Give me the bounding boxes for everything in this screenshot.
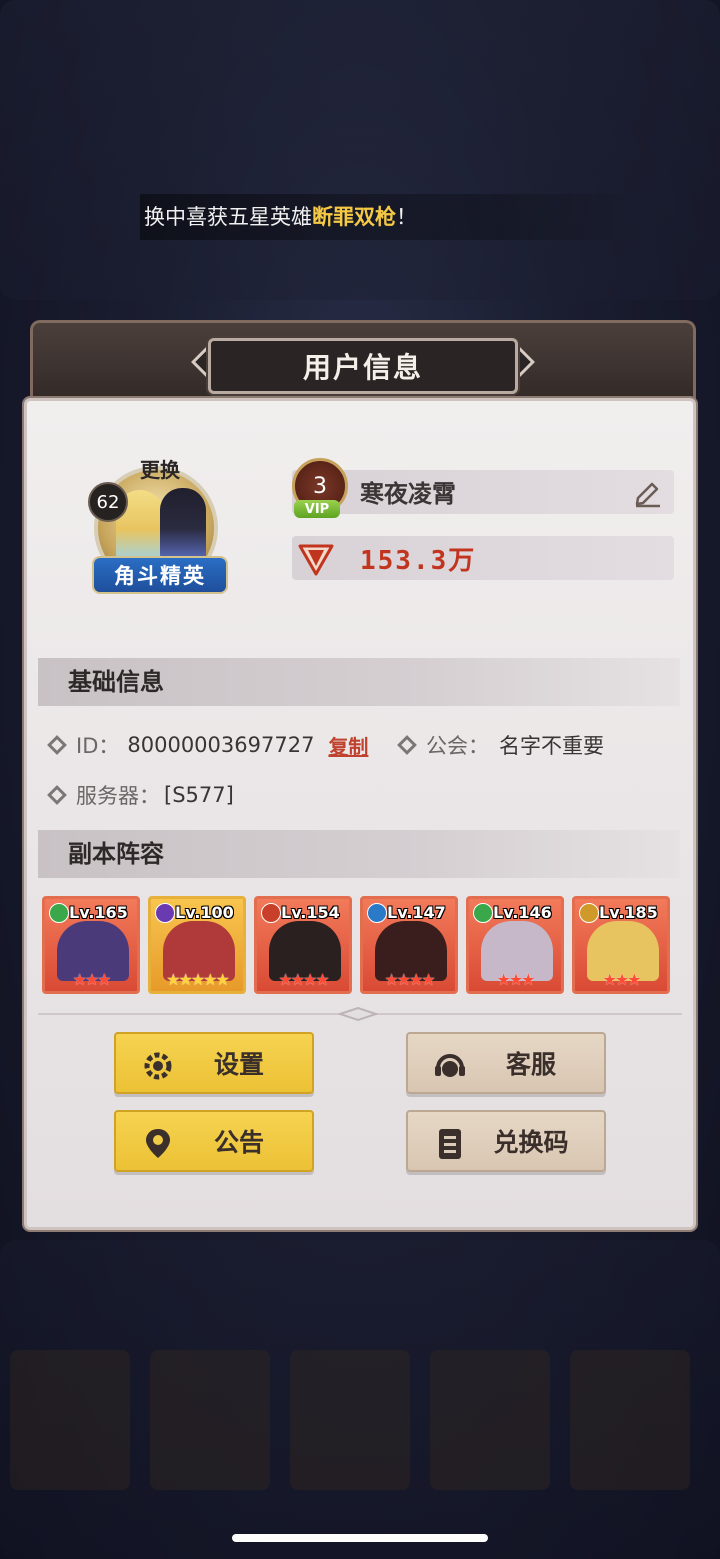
hero-level: Lv.185: [599, 903, 658, 922]
headset-icon: [435, 1054, 465, 1077]
section-dungeon-lineup: 副本阵容: [38, 830, 680, 878]
hero-level: Lv.146: [493, 903, 552, 922]
element-icon: [49, 903, 69, 923]
background-slot: [150, 1350, 270, 1490]
element-icon: [473, 903, 493, 923]
background-slot: [10, 1350, 130, 1490]
redeem-code-label: 兑换码: [493, 1128, 569, 1157]
server-value: [S577]: [164, 783, 234, 807]
guild-label: 公会：: [426, 734, 489, 758]
hero-stars: ★★★: [72, 970, 111, 989]
announcement-label: 公告: [213, 1128, 264, 1157]
document-icon: [439, 1129, 461, 1159]
hero-card[interactable]: Lv.165 ★★★: [42, 896, 140, 994]
hero-level: Lv.100: [175, 903, 234, 922]
hero-stars: ★★★: [496, 970, 535, 989]
redeem-code-button[interactable]: 兑换码: [406, 1110, 606, 1172]
hero-stars: ★★★★★: [166, 970, 230, 989]
guild-row: 公会： 名字不重要: [397, 730, 604, 760]
hero-card[interactable]: Lv.146 ★★★: [466, 896, 564, 994]
id-value: 80000003697727: [127, 733, 315, 757]
customer-service-button[interactable]: 客服: [406, 1032, 606, 1094]
diamond-bullet-icon: [47, 735, 67, 755]
combat-power-value: 153.3万: [360, 546, 477, 576]
id-row: ID： 80000003697727 复制: [47, 730, 368, 760]
element-icon: [579, 903, 599, 923]
name-bar: [292, 470, 674, 514]
hero-level: Lv.165: [69, 903, 128, 922]
background-slot: [430, 1350, 550, 1490]
hero-stars: ★★★★: [384, 970, 435, 989]
panel-title: 用户信息: [208, 338, 518, 394]
element-icon: [155, 903, 175, 923]
hero-stars: ★★★★: [278, 970, 329, 989]
settings-button[interactable]: 设置: [114, 1032, 314, 1094]
avatar-hero-right: [160, 488, 206, 562]
hero-level: Lv.154: [281, 903, 340, 922]
hero-card[interactable]: Lv.185 ★★★: [572, 896, 670, 994]
hero-card[interactable]: Lv.147 ★★★★: [360, 896, 458, 994]
power-bar: [292, 536, 674, 580]
customer-service-label: 客服: [505, 1050, 556, 1079]
id-label: ID：: [76, 734, 120, 758]
marquee-suffix: ！: [396, 205, 417, 229]
background-slot: [570, 1350, 690, 1490]
element-icon: [367, 903, 387, 923]
hero-card[interactable]: Lv.100 ★★★★★: [148, 896, 246, 994]
hero-stars: ★★★: [602, 970, 641, 989]
announcement-button[interactable]: 公告: [114, 1110, 314, 1172]
diamond-bullet-icon: [397, 735, 417, 755]
vip-tag: VIP: [294, 500, 340, 518]
guild-value: 名字不重要: [499, 734, 604, 758]
server-label: 服务器：: [76, 784, 160, 808]
combat-power-icon: [298, 544, 334, 576]
marquee-highlight: 断罪双枪: [312, 205, 396, 229]
background-slot: [290, 1350, 410, 1490]
background-top: [0, 0, 720, 300]
copy-id-button[interactable]: 复制: [328, 731, 368, 760]
rank-title-banner: 角斗精英: [92, 556, 228, 594]
marquee-text: 换中喜获五星英雄: [144, 205, 312, 229]
home-indicator[interactable]: [232, 1534, 488, 1542]
section-basic-info: 基础信息: [38, 658, 680, 706]
element-icon: [261, 903, 281, 923]
vip-badge: 3 VIP: [288, 458, 348, 520]
settings-label: 设置: [213, 1050, 264, 1079]
edit-icon[interactable]: [632, 476, 664, 508]
diamond-bullet-icon: [47, 785, 67, 805]
change-avatar-label[interactable]: 更换: [120, 454, 200, 483]
player-level-badge: 62: [88, 482, 128, 522]
player-name: 寒夜凌霄: [360, 480, 456, 508]
location-pin-icon: [146, 1129, 170, 1158]
server-row: 服务器： [S577]: [47, 780, 234, 810]
divider-ornament: [338, 1007, 378, 1021]
hero-level: Lv.147: [387, 903, 446, 922]
hero-card[interactable]: Lv.154 ★★★★: [254, 896, 352, 994]
gear-icon: [144, 1052, 172, 1080]
broadcast-marquee: 换中喜获五星英雄断罪双枪！: [140, 194, 644, 240]
